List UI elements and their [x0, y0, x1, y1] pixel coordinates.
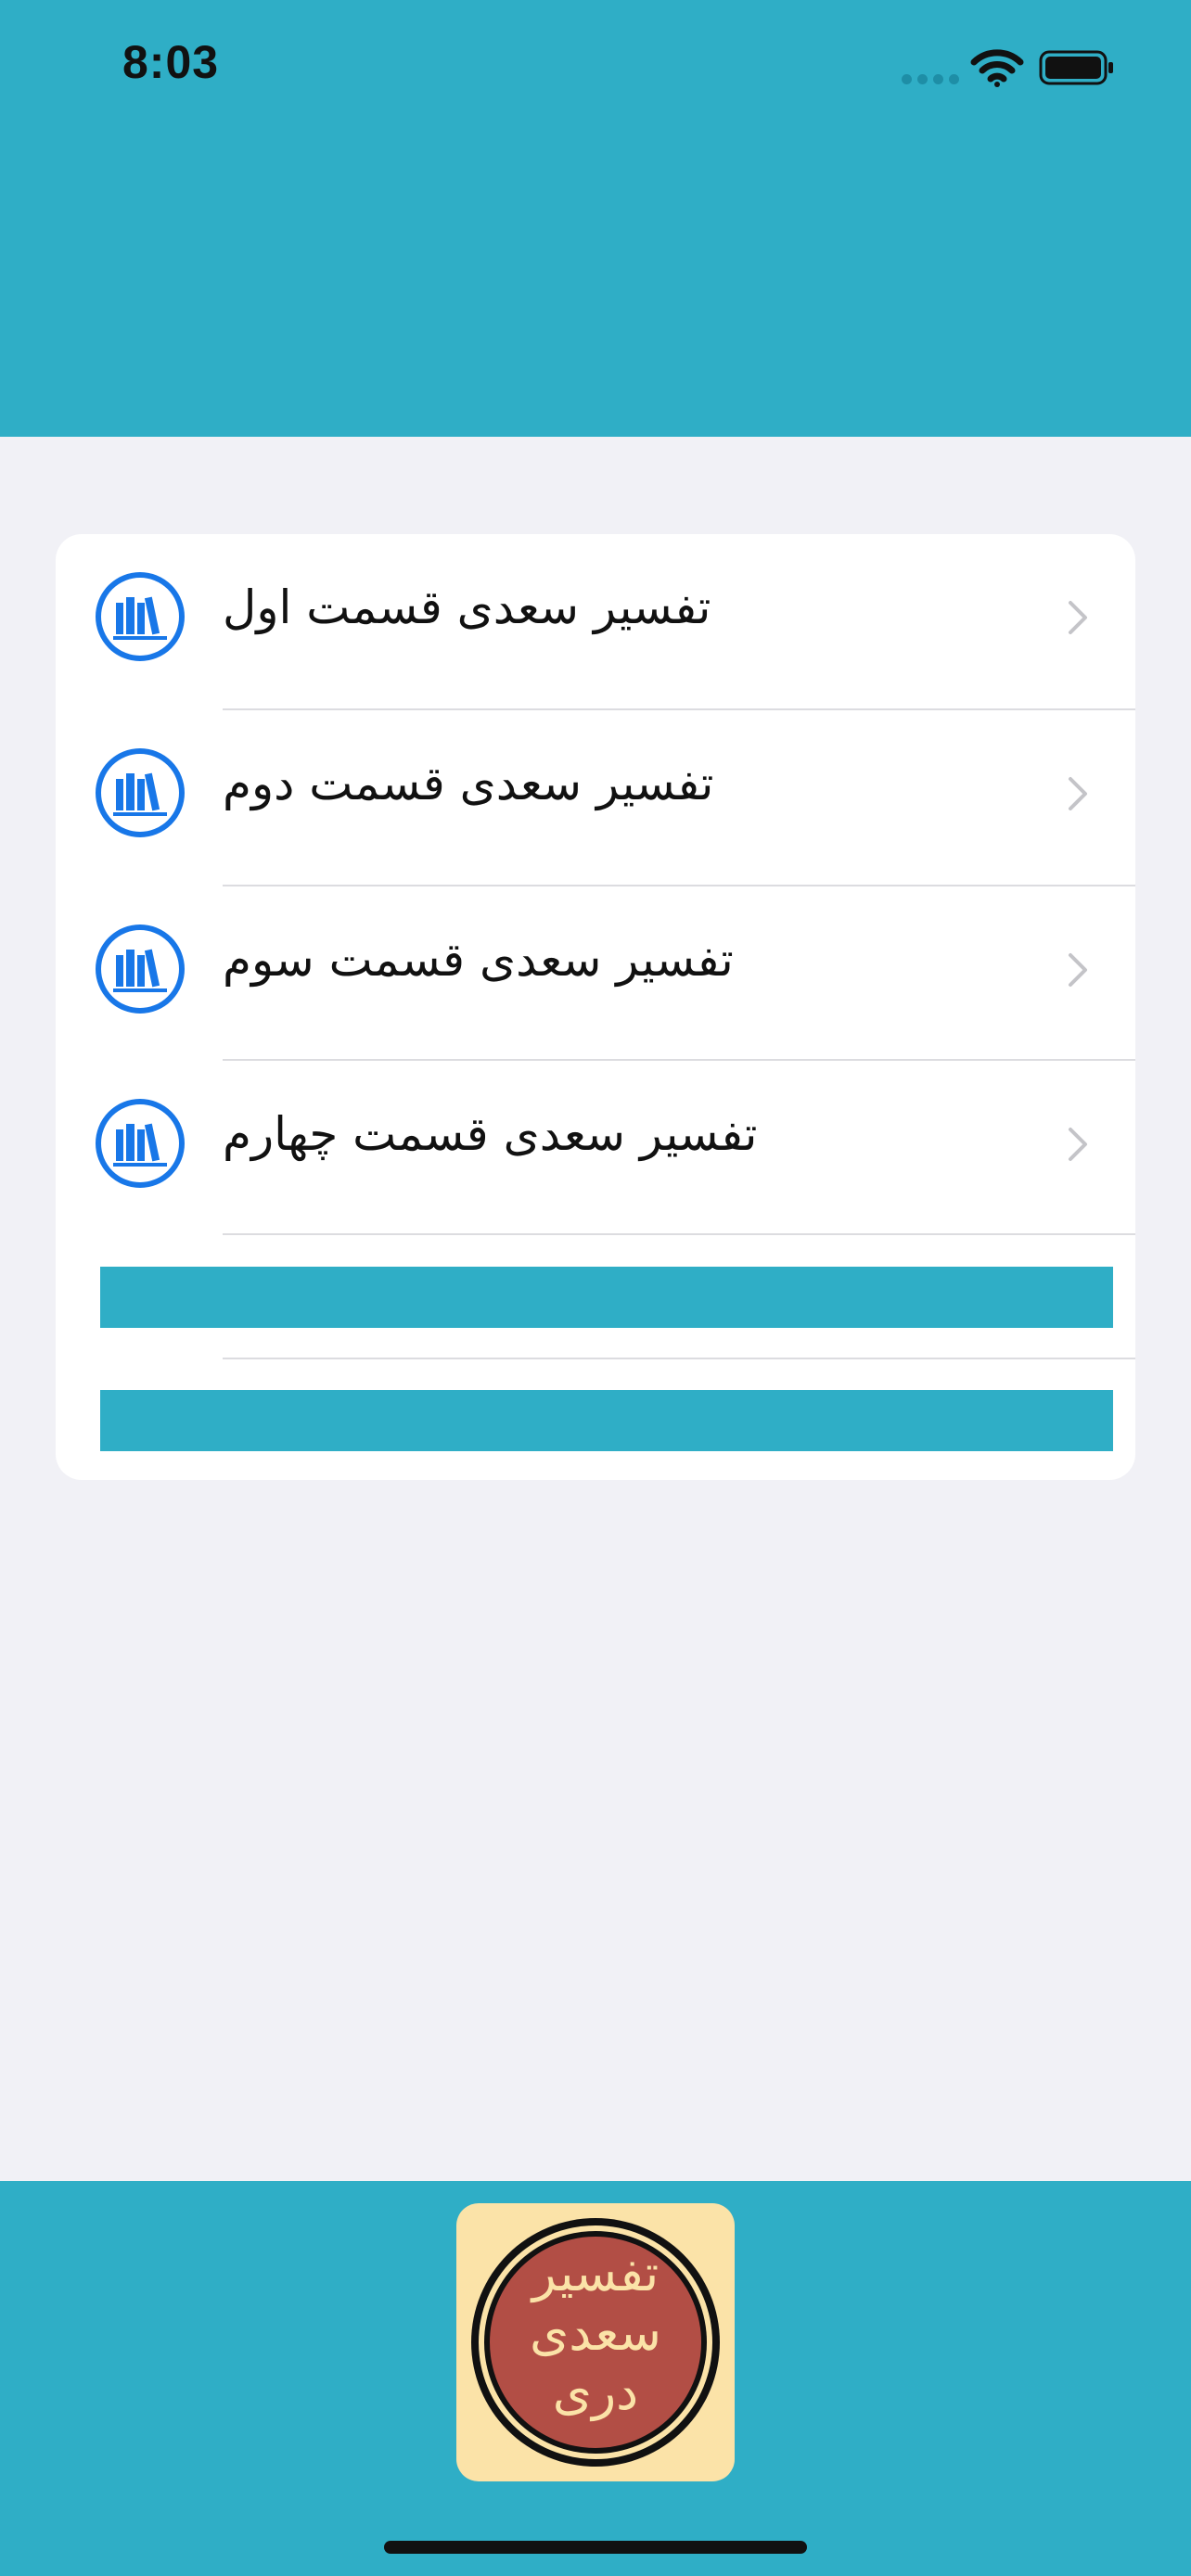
menu-card: تفسیر سعدی قسمت اول تفسیر سعدی قسمت دوم [56, 534, 1135, 1480]
row-divider [223, 1233, 1135, 1235]
chevron-right-icon [1069, 777, 1087, 810]
wifi-icon [970, 49, 1024, 87]
header-banner: 8:03 [0, 0, 1191, 437]
menu-item-part-2[interactable]: تفسیر سعدی قسمت دوم [56, 710, 1135, 885]
logo-line-2: سعدی [530, 2303, 661, 2362]
chevron-right-icon [1069, 601, 1087, 634]
menu-item-label: تفسیر سعدی قسمت چهارم [223, 1107, 758, 1161]
app-logo[interactable]: تفسیر سعدی دری [456, 2203, 735, 2481]
books-icon [96, 1099, 185, 1188]
status-time: 8:03 [122, 36, 220, 88]
books-icon [96, 925, 185, 1014]
row-divider [223, 1358, 1135, 1359]
signal-icon [902, 74, 959, 85]
menu-item-label: تفسیر سعدی قسمت سوم [223, 933, 734, 987]
books-icon [96, 748, 185, 837]
banner-button-2[interactable] [100, 1390, 1113, 1451]
chevron-right-icon [1069, 953, 1087, 987]
home-indicator[interactable] [384, 2541, 807, 2554]
chevron-right-icon [1069, 1128, 1087, 1161]
banner-button-1[interactable] [100, 1267, 1113, 1328]
menu-item-part-1[interactable]: تفسیر سعدی قسمت اول [56, 534, 1135, 708]
menu-item-part-4[interactable]: تفسیر سعدی قسمت چهارم [56, 1061, 1135, 1235]
battery-icon [1039, 50, 1113, 85]
menu-item-label: تفسیر سعدی قسمت اول [223, 580, 711, 634]
menu-item-label: تفسیر سعدی قسمت دوم [223, 757, 714, 810]
logo-line-3: دری [552, 2363, 639, 2421]
logo-line-1: تفسیر [531, 2244, 660, 2302]
books-icon [96, 572, 185, 661]
logo-text: تفسیر سعدی دری [456, 2244, 735, 2422]
menu-item-part-3[interactable]: تفسیر سعدی قسمت سوم [56, 886, 1135, 1061]
